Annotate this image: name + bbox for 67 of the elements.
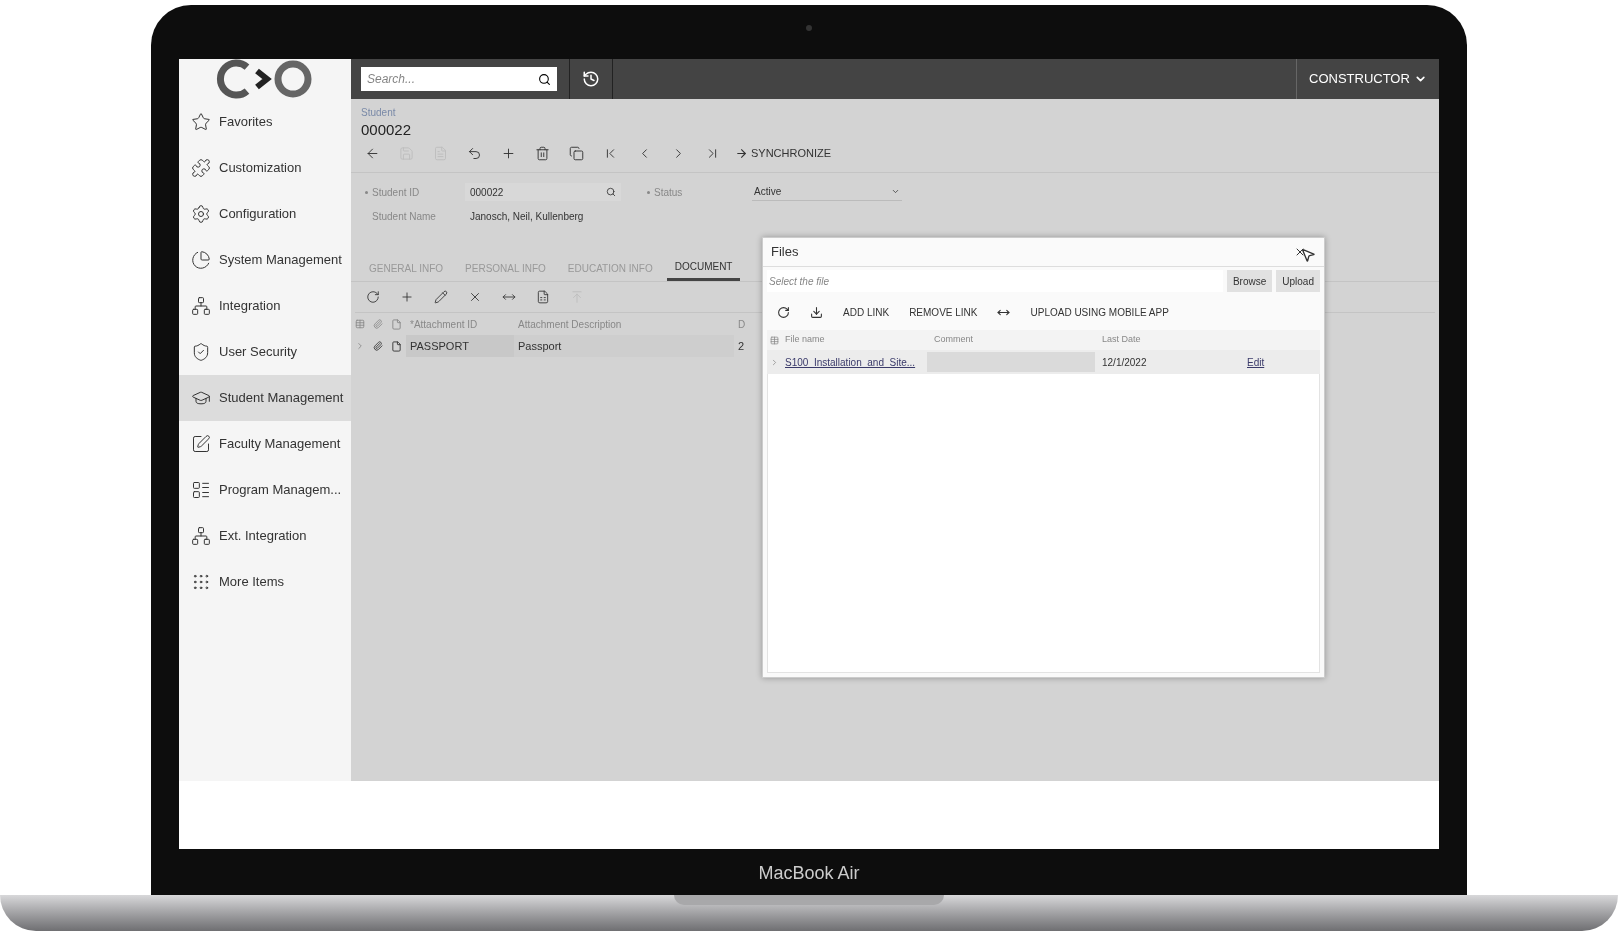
upload-button[interactable]: Upload [1276,270,1320,292]
file-link[interactable]: S100_Installation_and_Site... [785,354,927,370]
sidebar-item[interactable]: Faculty Management [179,421,351,467]
refresh-icon[interactable] [777,305,790,319]
mouse-cursor-icon [1300,247,1316,263]
file-field[interactable]: Select the file [767,270,1223,292]
search-icon [606,187,616,197]
synchronize-button[interactable]: SYNCHRONIZE [735,144,832,162]
browse-button[interactable]: Browse [1226,270,1273,292]
network-icon [191,296,211,316]
dropdown-caret-icon [891,187,900,196]
gear-icon [191,204,211,224]
download-icon[interactable] [810,305,823,319]
text-field[interactable]: Janosch, Neil, Kullenberg [465,207,621,225]
sidebar-item[interactable]: Customization [179,145,351,191]
sidebar-item[interactable]: Student Management [179,375,351,421]
toolbar-button[interactable]: UPLOAD USING MOBILE APP [1030,304,1169,320]
sidebar-item[interactable]: Program Managem... [179,467,351,513]
search-field[interactable]: Search... [361,67,557,91]
sidebar-item[interactable]: Integration [179,283,351,329]
pencil-square-icon [191,434,211,454]
lookup-field[interactable]: 000022 [465,183,621,201]
grid-settings-icon [770,335,779,345]
toolbar-button[interactable]: REMOVE LINK [909,304,978,320]
file-icon [391,340,402,352]
field-label: Status [654,185,683,200]
star-icon [191,112,211,132]
list-panel-icon [191,480,211,500]
table-cell: Passport [514,335,734,357]
sidebar-item[interactable]: Favorites [179,99,351,145]
table-cell-text: 2 [737,339,746,354]
pie-chart-icon [191,250,211,270]
grid-dots-icon [191,572,211,592]
record-title: 000022 [361,120,413,140]
arrow-right-icon [735,146,748,160]
column-header: D [738,317,746,332]
history-icon [582,70,600,88]
toolbar-button[interactable]: ADD LINK [843,304,890,320]
paperclip-icon [373,341,383,351]
sidebar-item[interactable]: More Items [179,559,351,605]
sidebar-item[interactable]: Ext. Integration [179,513,351,559]
paperclip-icon [373,319,383,329]
network-icon [191,526,211,546]
file-icon [391,318,402,330]
puzzle-icon [191,158,211,178]
grid-settings-icon [355,319,365,329]
sidebar-item[interactable]: User Security [179,329,351,375]
edit-link[interactable]: Edit [1247,354,1265,370]
column-header: Last Date [1102,333,1141,347]
field-label: Student Name [372,209,436,224]
laptop-label: MacBook Air [758,862,860,885]
shield-check-icon [191,342,211,362]
column-header: Comment [934,333,974,347]
table-cell: PASSPORT [406,335,514,357]
column-header: *Attachment ID [410,317,479,332]
camera-icon [806,25,812,31]
table-cell-text: 12/1/2022 [1101,355,1148,370]
dialog-title: Files [771,243,799,262]
column-header: File name [785,333,826,347]
status-select[interactable]: Active [752,183,902,201]
search-icon [538,72,551,86]
sidebar-item[interactable]: Configuration [179,191,351,237]
search-input[interactable]: Search... [367,70,538,88]
sidebar-item[interactable]: System Management [179,237,351,283]
field-label: Student ID [372,185,420,200]
column-header: Attachment Description [518,317,623,332]
user-menu[interactable]: CONSTRUCTOR [1297,59,1439,99]
